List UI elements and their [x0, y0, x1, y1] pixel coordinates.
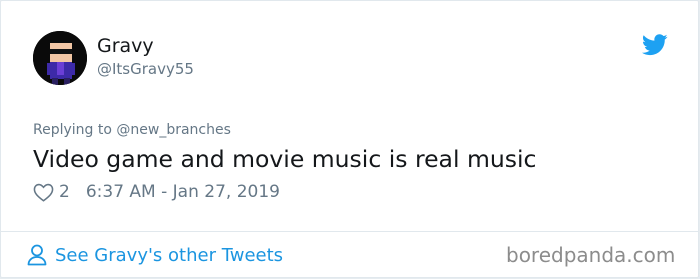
tweet-timestamp[interactable]: 6:37 AM - Jan 27, 2019: [86, 182, 280, 202]
see-other-tweets-link[interactable]: See Gravy's other Tweets: [27, 241, 283, 269]
tweet-meta: 2 6:37 AM - Jan 27, 2019: [33, 180, 280, 204]
person-outline-icon: [27, 244, 47, 266]
twitter-bird-icon[interactable]: [642, 34, 668, 56]
heart-outline-icon[interactable]: [33, 183, 54, 202]
divider: [1, 231, 698, 232]
like-count[interactable]: 2: [59, 182, 70, 202]
source-watermark: boredpanda.com: [506, 243, 676, 267]
avatar-image: [33, 31, 87, 85]
avatar[interactable]: [33, 31, 87, 85]
replying-to[interactable]: Replying to @new_branches: [33, 121, 231, 139]
see-other-tweets-label: See Gravy's other Tweets: [55, 244, 284, 266]
author-name[interactable]: Gravy: [97, 34, 154, 58]
author-handle[interactable]: @ItsGravy55: [97, 59, 194, 79]
tweet-text: Video game and movie music is real music: [33, 145, 537, 173]
tweet-card: Gravy @ItsGravy55 Replying to @new_branc…: [0, 0, 699, 278]
